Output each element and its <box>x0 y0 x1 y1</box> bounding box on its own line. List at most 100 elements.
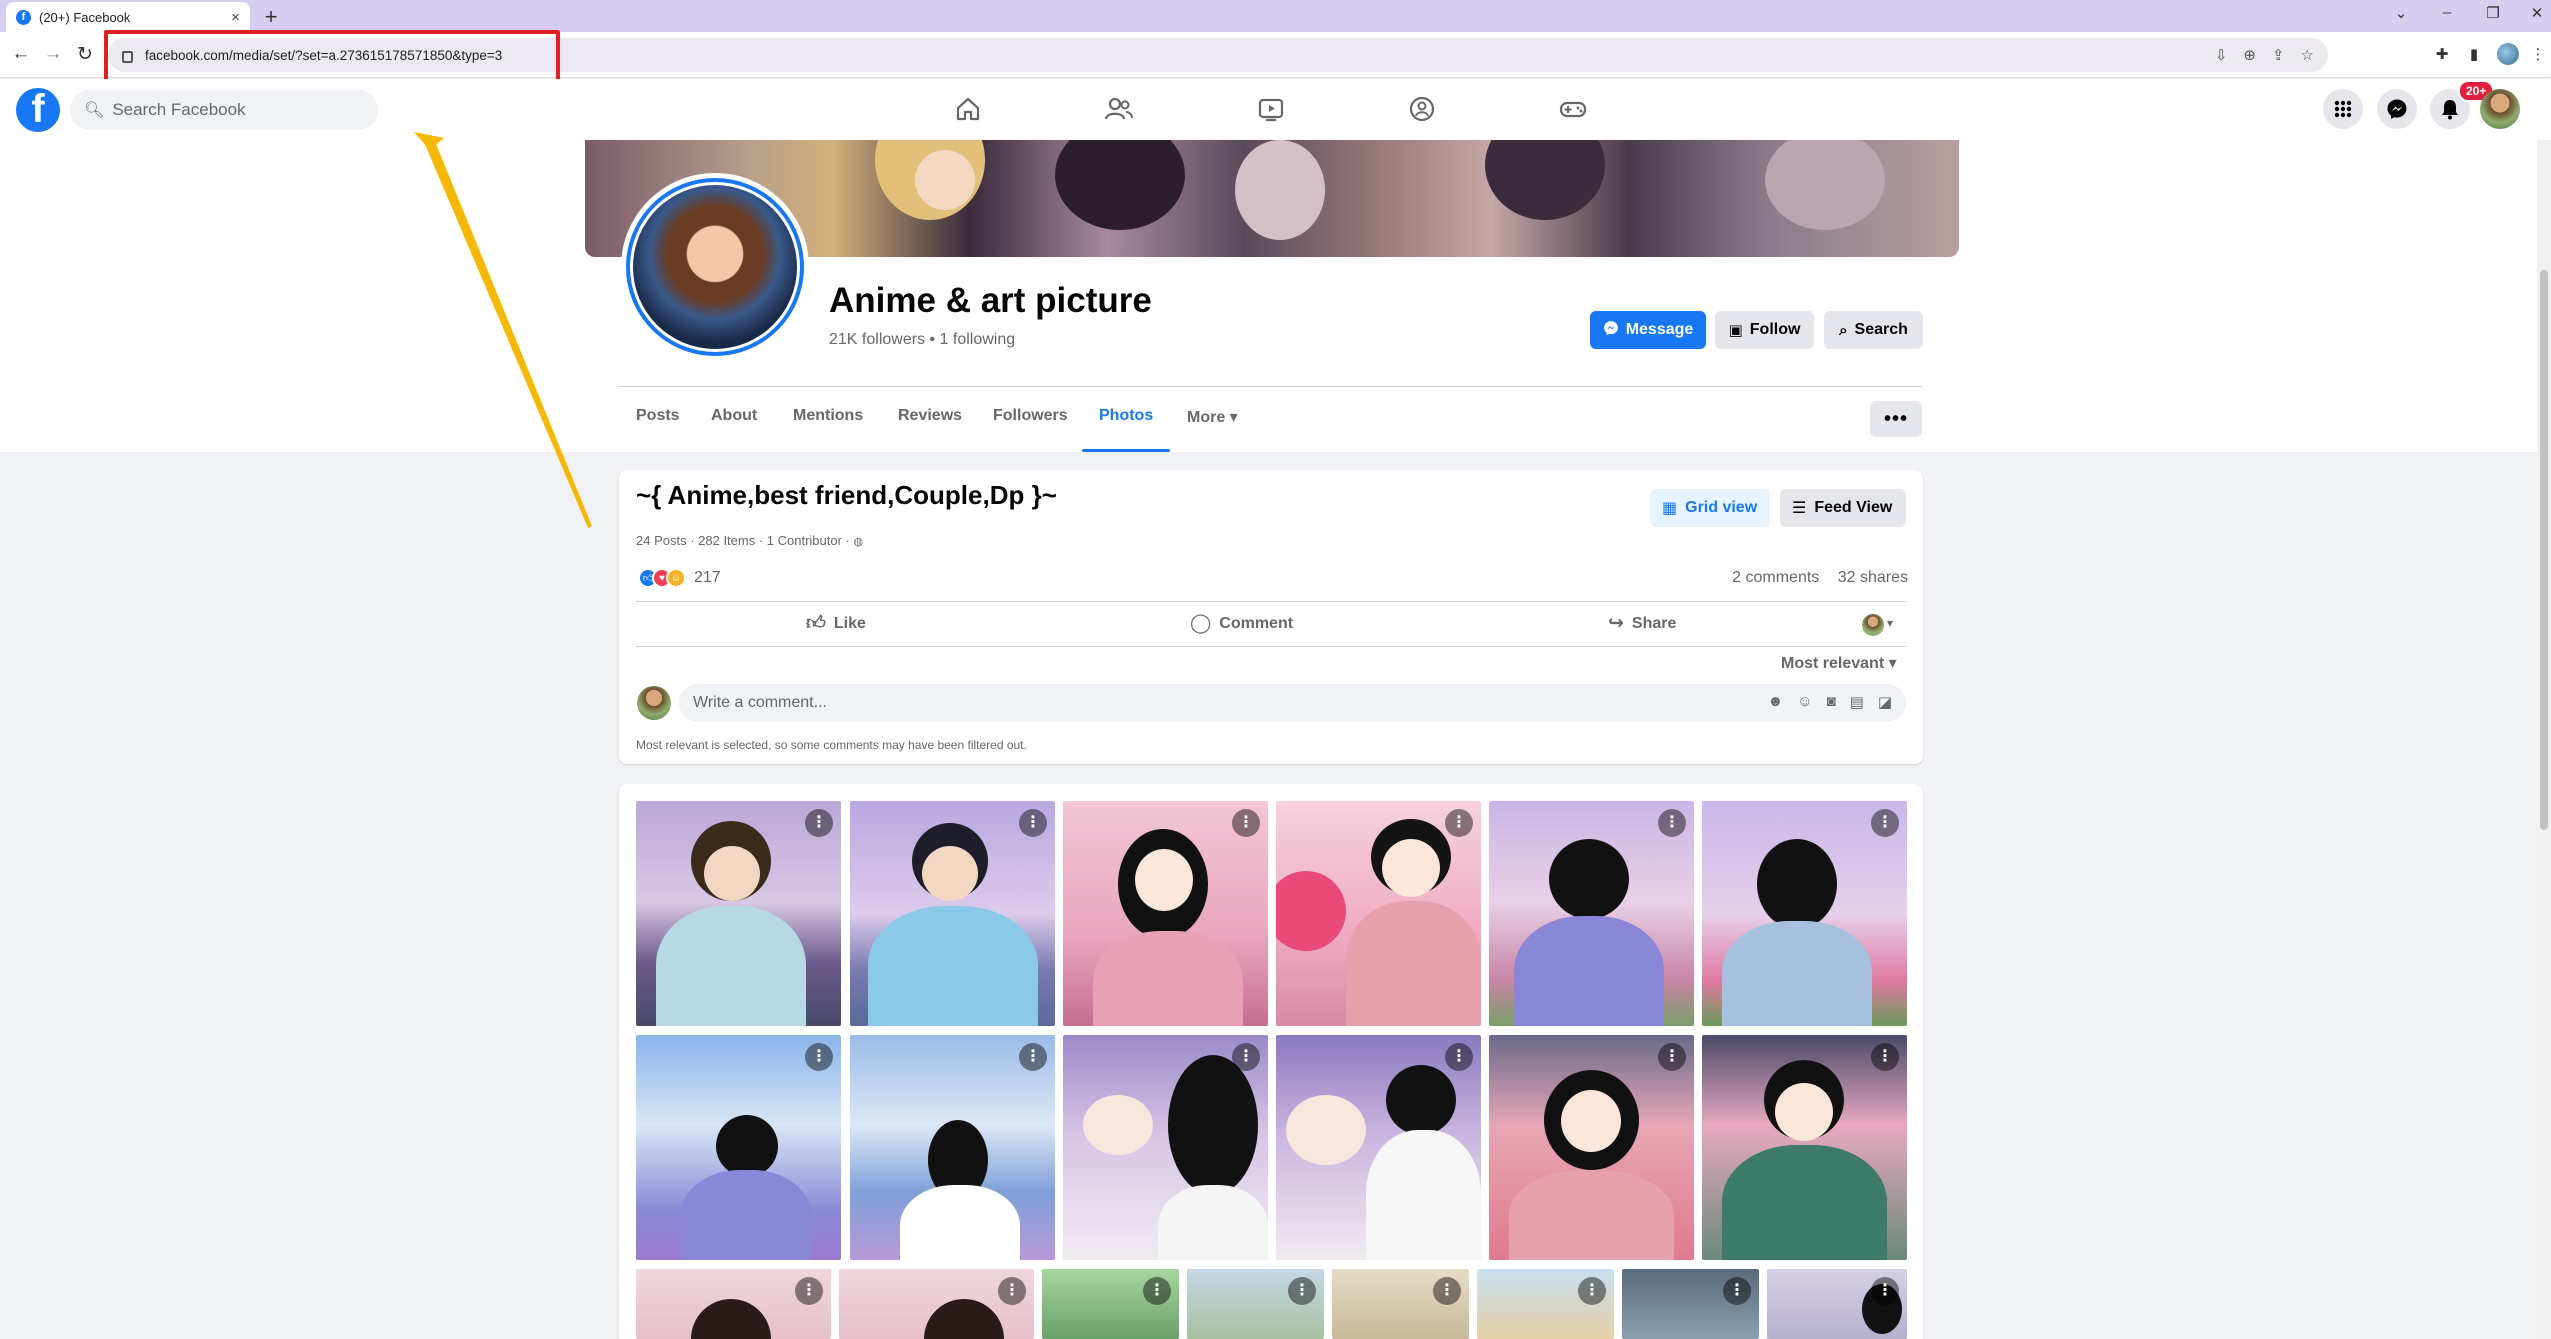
messenger-icon[interactable] <box>2377 89 2417 129</box>
album-photo[interactable]: ⋮ <box>1276 1035 1481 1260</box>
photo-options-icon[interactable]: ⋮ <box>805 809 833 837</box>
install-icon[interactable]: ⇩ <box>2215 46 2228 64</box>
back-arrow-icon[interactable]: ← <box>8 41 34 67</box>
photo-options-icon[interactable]: ⋮ <box>1019 1043 1047 1071</box>
browser-profile-avatar[interactable] <box>2497 43 2519 65</box>
grid-view-button[interactable]: ▦ Grid view <box>1650 489 1770 527</box>
groups-icon[interactable] <box>1402 89 1442 129</box>
reaction-as-avatar[interactable] <box>1862 614 1884 636</box>
facebook-search-input[interactable]: 🔍︎ Search Facebook <box>70 90 378 130</box>
tab-posts[interactable]: Posts <box>636 407 680 425</box>
friends-icon[interactable] <box>1099 89 1139 129</box>
comment-sort-dropdown[interactable]: Most relevant ▾ <box>1781 653 1897 673</box>
follow-button[interactable]: ▣ Follow <box>1715 311 1814 349</box>
photo-options-icon[interactable]: ⋮ <box>1232 809 1260 837</box>
browser-menu-icon[interactable]: ⋮ <box>2527 43 2549 65</box>
album-photo[interactable]: ⋮ <box>1622 1269 1759 1339</box>
photo-options-icon[interactable]: ⋮ <box>1723 1277 1751 1305</box>
album-photo[interactable]: ⋮ <box>850 1035 1055 1260</box>
photo-options-icon[interactable]: ⋮ <box>1871 809 1899 837</box>
close-window-button[interactable]: ✕ <box>2522 4 2551 22</box>
new-tab-button[interactable]: + <box>258 4 284 30</box>
photo-options-icon[interactable]: ⋮ <box>1658 1043 1686 1071</box>
share-button[interactable]: ↪ Share <box>1608 612 1676 635</box>
album-photo[interactable]: ⋮ <box>1276 801 1481 1026</box>
menu-grid-icon[interactable] <box>2323 89 2363 129</box>
sticker-icon[interactable]: ◪ <box>1878 693 1892 711</box>
gif-icon[interactable]: ▤ <box>1850 693 1864 711</box>
photo-options-icon[interactable]: ⋮ <box>1871 1277 1899 1305</box>
facebook-logo-icon[interactable]: f <box>16 88 60 132</box>
reload-icon[interactable]: ↻ <box>72 41 98 67</box>
photo-options-icon[interactable]: ⋮ <box>1871 1043 1899 1071</box>
photo-options-icon[interactable]: ⋮ <box>1143 1277 1171 1305</box>
tab-photos[interactable]: Photos <box>1099 407 1153 425</box>
tab-followers[interactable]: Followers <box>993 407 1068 425</box>
account-avatar[interactable] <box>2480 89 2520 129</box>
page-search-button[interactable]: ⌕ Search <box>1824 311 1923 349</box>
minimize-button[interactable]: – <box>2432 4 2462 21</box>
album-photo[interactable]: ⋮ <box>1063 801 1268 1026</box>
browser-tab[interactable]: f (20+) Facebook × <box>6 2 250 32</box>
tab-reviews[interactable]: Reviews <box>898 407 962 425</box>
comment-button[interactable]: ◯ Comment <box>1190 612 1293 635</box>
photo-options-icon[interactable]: ⋮ <box>1019 809 1047 837</box>
tab-close-icon[interactable]: × <box>231 9 240 26</box>
watch-video-icon[interactable] <box>1251 89 1291 129</box>
album-photo[interactable]: ⋮ <box>1489 801 1694 1026</box>
album-photo[interactable]: ⋮ <box>1042 1269 1179 1339</box>
scrollbar-thumb[interactable] <box>2540 270 2548 830</box>
chevron-down-icon[interactable]: ▾ <box>1887 616 1893 630</box>
photo-options-icon[interactable]: ⋮ <box>1433 1277 1461 1305</box>
reactions-summary[interactable]: 👍︎ ♥ ☺ 217 <box>638 568 721 588</box>
photo-options-icon[interactable]: ⋮ <box>998 1277 1026 1305</box>
restore-button[interactable]: ❐ <box>2478 4 2508 22</box>
profile-picture[interactable] <box>621 173 809 361</box>
album-photo[interactable]: ⋮ <box>1063 1035 1268 1260</box>
tab-more[interactable]: More ▾ <box>1187 407 1238 427</box>
photo-options-icon[interactable]: ⋮ <box>1288 1277 1316 1305</box>
address-bar[interactable]: facebook.com/media/set/?set=a.2736151785… <box>108 38 2328 72</box>
photo-options-icon[interactable]: ⋮ <box>1445 1043 1473 1071</box>
profile-more-options-button[interactable]: ••• <box>1870 401 1922 437</box>
tab-about[interactable]: About <box>711 407 757 425</box>
forward-arrow-icon[interactable]: → <box>40 41 66 67</box>
avatar-sticker-icon[interactable]: ☻ <box>1767 693 1783 711</box>
tab-search-icon[interactable]: ⌄ <box>2386 4 2416 22</box>
gaming-icon[interactable] <box>1553 89 1593 129</box>
album-photo[interactable]: ⋮ <box>636 1035 841 1260</box>
photo-options-icon[interactable]: ⋮ <box>805 1043 833 1071</box>
photo-options-icon[interactable]: ⋮ <box>1445 809 1473 837</box>
home-icon[interactable] <box>948 89 988 129</box>
extensions-puzzle-icon[interactable]: ✚ <box>2431 43 2453 65</box>
tab-mentions[interactable]: Mentions <box>793 407 863 425</box>
album-photo[interactable]: ⋮ <box>850 801 1055 1026</box>
album-photo[interactable]: ⋮ <box>1489 1035 1694 1260</box>
feed-view-button[interactable]: ☰ Feed View <box>1780 489 1906 527</box>
album-photo[interactable]: ⋮ <box>1702 1035 1907 1260</box>
shares-count[interactable]: 32 shares <box>1838 569 1908 586</box>
photo-options-icon[interactable]: ⋮ <box>1232 1043 1260 1071</box>
album-photo[interactable]: ⋮ <box>1332 1269 1469 1339</box>
album-photo[interactable]: ⋮ <box>1187 1269 1324 1339</box>
photo-options-icon[interactable]: ⋮ <box>795 1277 823 1305</box>
album-photo[interactable]: ⋮ <box>1767 1269 1907 1339</box>
share-page-icon[interactable]: ⇪ <box>2272 46 2285 64</box>
bookmark-star-icon[interactable]: ☆ <box>2301 46 2314 64</box>
camera-icon[interactable]: ◙ <box>1827 693 1836 711</box>
album-photo[interactable]: ⋮ <box>636 1269 831 1339</box>
photo-options-icon[interactable]: ⋮ <box>1658 809 1686 837</box>
page-followers[interactable]: 21K followers • 1 following <box>829 331 1015 349</box>
album-photo[interactable]: ⋮ <box>1477 1269 1614 1339</box>
message-button[interactable]: Message <box>1590 311 1706 349</box>
photo-options-icon[interactable]: ⋮ <box>1578 1277 1606 1305</box>
comment-input[interactable]: Write a comment... ☻ ☺ ◙ ▤ ◪ <box>679 684 1906 722</box>
emoji-icon[interactable]: ☺ <box>1797 693 1812 711</box>
album-photo[interactable]: ⋮ <box>1702 801 1907 1026</box>
comments-count[interactable]: 2 comments <box>1732 569 1819 586</box>
zoom-icon[interactable]: ⊕ <box>2243 46 2256 64</box>
side-panel-icon[interactable]: ▮ <box>2463 43 2485 65</box>
album-photo[interactable]: ⋮ <box>839 1269 1034 1339</box>
album-photo[interactable]: ⋮ <box>636 801 841 1026</box>
like-button[interactable]: 👍︎ Like <box>806 612 866 635</box>
